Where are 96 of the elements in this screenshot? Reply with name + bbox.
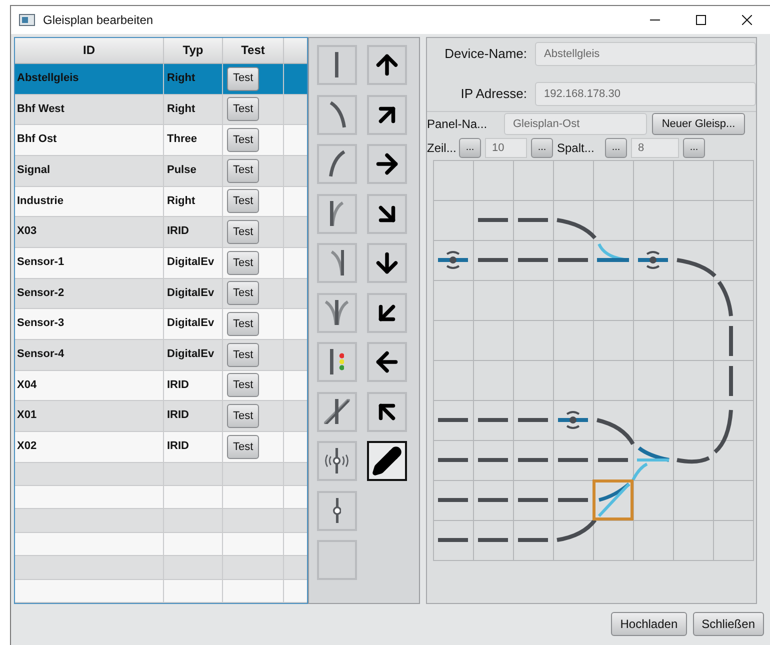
table-row[interactable]: Sensor-2 DigitalEv Test	[15, 278, 307, 310]
pencil-icon	[372, 446, 402, 476]
table-row[interactable]: X03 IRID Test	[15, 217, 307, 248]
table-cell: IRID	[167, 409, 189, 422]
table-cell: Sensor-4	[17, 348, 64, 360]
test-button[interactable]: Test	[227, 128, 260, 152]
test-button[interactable]: Test	[227, 434, 260, 459]
columns-label: Spalt...	[557, 140, 596, 157]
ip-address-label: IP Adresse:	[460, 85, 528, 104]
table-cell: Sensor-1	[17, 256, 64, 268]
tool-button[interactable]	[367, 94, 407, 134]
table-cell: DigitalEv	[167, 317, 214, 330]
table-cell: Bhf Ost	[17, 133, 57, 146]
table-row[interactable]: Sensor-1 DigitalEv Test	[15, 248, 307, 279]
table-cell: Sensor-2	[17, 286, 64, 299]
ellipsis-button[interactable]: ...	[683, 138, 705, 158]
table-cell: Industrie	[17, 194, 64, 207]
table-cell: Signal	[17, 164, 50, 176]
test-button[interactable]: Test	[227, 312, 260, 336]
columns-field[interactable]: 8	[631, 138, 679, 158]
ellipsis-button[interactable]: ...	[531, 138, 553, 158]
dialog-button[interactable]: Hochladen	[611, 612, 687, 636]
rows-field[interactable]: 10	[485, 138, 527, 158]
maximize-icon	[696, 15, 706, 25]
device-name-field[interactable]: Abstellgleis	[535, 42, 756, 66]
device-name-label: Device-Name:	[444, 45, 528, 64]
table-row[interactable]: X01 IRID Test	[15, 401, 307, 432]
column-header[interactable]: ID	[15, 38, 164, 63]
table-cell: Three	[167, 133, 197, 146]
table-cell: X02	[17, 440, 37, 452]
table-row[interactable]: Bhf Ost Three Test	[15, 125, 307, 156]
table-cell: Abstellgleis	[17, 72, 79, 84]
switch-left-icon	[330, 250, 344, 276]
table-row[interactable]: Signal Pulse Test	[15, 156, 307, 187]
table-cell: Right	[167, 72, 196, 84]
table-cell: Right	[167, 102, 196, 115]
switch-three-icon	[324, 300, 350, 326]
test-button[interactable]: Test	[227, 66, 260, 91]
table-cell: DigitalEv	[167, 286, 214, 299]
signal-icon	[330, 349, 344, 375]
table-row[interactable]: Sensor-4 DigitalEv Test	[15, 340, 307, 371]
table-row[interactable]: Bhf West Right Test	[15, 94, 307, 126]
table-cell: DigitalEv	[167, 348, 214, 360]
tool-button[interactable]	[367, 243, 407, 283]
table-cell: Pulse	[167, 164, 196, 176]
test-button[interactable]: Test	[227, 220, 260, 244]
sensor-icon	[324, 448, 350, 474]
tool-button[interactable]	[367, 392, 407, 432]
table-cell: DigitalEv	[167, 256, 214, 268]
table-cell: Right	[167, 194, 196, 207]
table-row[interactable]: X04 IRID Test	[15, 370, 307, 402]
tool-button[interactable]	[367, 441, 407, 481]
table-row[interactable]: Abstellgleis Right Test	[15, 64, 307, 95]
table-row[interactable]: Industrie Right Test	[15, 186, 307, 218]
tool-button[interactable]	[367, 342, 407, 382]
switch-right-icon	[330, 200, 344, 226]
curve-right-icon	[328, 150, 346, 178]
table-row[interactable]: X02 IRID Test	[15, 432, 307, 463]
table-cell: X01	[17, 409, 37, 422]
dialog-button[interactable]: Schließen	[692, 612, 764, 636]
window-app-icon	[19, 14, 35, 26]
tool-button[interactable]	[367, 194, 407, 234]
table-cell: X04	[17, 378, 37, 391]
column-header[interactable]: Test	[223, 38, 284, 63]
straight-icon	[335, 52, 339, 78]
ellipsis-button[interactable]: ...	[605, 138, 627, 158]
tool-button[interactable]	[367, 144, 407, 184]
test-button[interactable]: Test	[227, 97, 260, 122]
test-button[interactable]: Test	[227, 189, 260, 214]
new-track-plan-button[interactable]: Neuer Gleisp...	[652, 113, 745, 135]
test-button[interactable]: Test	[227, 281, 260, 306]
table-cell: IRID	[167, 225, 189, 238]
test-button[interactable]: Test	[227, 404, 260, 428]
test-button[interactable]: Test	[227, 158, 260, 183]
ip-address-field[interactable]: 192.168.178.30	[535, 82, 756, 106]
contact-icon	[332, 498, 342, 524]
close-icon	[742, 15, 752, 25]
ellipsis-button[interactable]: ...	[459, 138, 481, 158]
column-header[interactable]: Typ	[164, 38, 223, 63]
panel-name-label: Panel-Na...	[427, 116, 488, 133]
panel-name-field[interactable]: Gleisplan-Ost	[504, 113, 647, 135]
table-cell: IRID	[167, 440, 189, 452]
table-cell: X03	[17, 225, 37, 238]
table-cell: IRID	[167, 378, 189, 391]
tool-button[interactable]	[367, 45, 407, 85]
rows-label: Zeil...	[427, 140, 455, 157]
window-title: Gleisplan bearbeiten	[43, 12, 154, 29]
table-cell: Sensor-3	[17, 317, 64, 330]
tool-button[interactable]	[367, 292, 407, 332]
curve-left-icon	[328, 100, 346, 128]
test-button[interactable]: Test	[227, 250, 260, 275]
crossing-icon	[324, 398, 350, 424]
test-button[interactable]: Test	[227, 342, 260, 367]
table-row[interactable]: Sensor-3 DigitalEv Test	[15, 309, 307, 340]
table-cell: Bhf West	[17, 102, 64, 115]
test-button[interactable]: Test	[227, 373, 260, 398]
